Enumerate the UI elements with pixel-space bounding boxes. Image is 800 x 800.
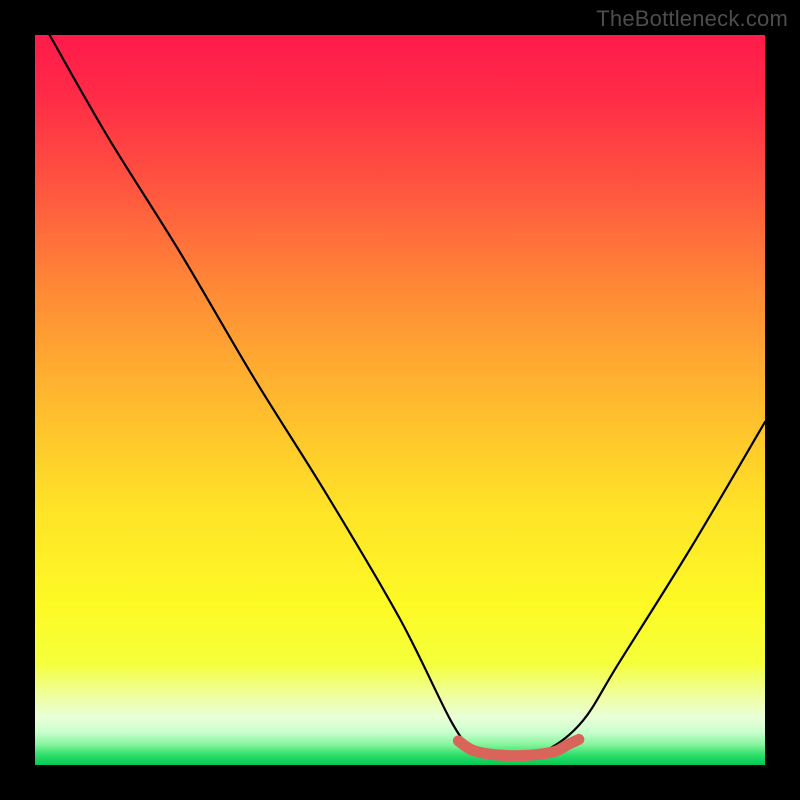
bottleneck-curve	[50, 35, 765, 759]
chart-frame: TheBottleneck.com	[0, 0, 800, 800]
watermark-text: TheBottleneck.com	[596, 6, 788, 32]
curve-layer	[35, 35, 765, 765]
plot-area	[35, 35, 765, 765]
